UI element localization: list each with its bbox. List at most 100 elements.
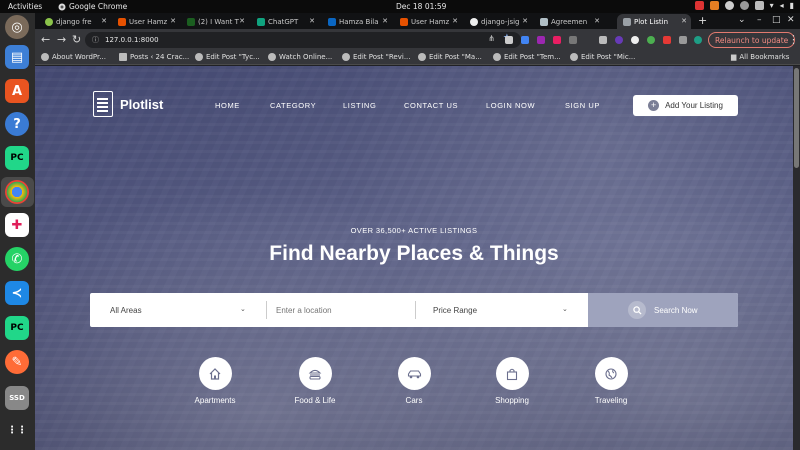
vscode-icon[interactable]: ≺ — [5, 281, 29, 305]
wifi-icon[interactable]: ▾ — [770, 1, 774, 10]
bookmark-item[interactable]: Edit Post "Ma... — [418, 53, 482, 61]
add-listing-button[interactable]: + Add Your Listing — [633, 95, 738, 116]
close-icon[interactable]: ✕ — [681, 17, 687, 25]
back-button[interactable]: ← — [41, 33, 50, 46]
category-apartments[interactable]: Apartments — [175, 357, 255, 405]
slack-icon[interactable]: ✚ — [5, 213, 29, 237]
tab-4[interactable]: Hamza Bila ✕ — [322, 14, 392, 29]
whatsapp-icon[interactable]: ✆ — [5, 247, 29, 271]
close-icon[interactable]: ✕ — [170, 17, 176, 25]
menu-kebab-icon[interactable]: ⋮ — [788, 33, 799, 46]
category-cars[interactable]: Cars — [374, 357, 454, 405]
wordpress-icon — [195, 53, 203, 61]
category-shopping[interactable]: Shopping — [472, 357, 552, 405]
tab-2[interactable]: (2) I Want T ✕ — [181, 14, 249, 29]
share-icon[interactable]: ⋔ — [488, 34, 495, 43]
location-input[interactable] — [276, 293, 406, 327]
camera-app-icon[interactable]: ◎ — [5, 15, 29, 39]
profile-avatar[interactable] — [694, 36, 702, 44]
close-icon[interactable]: ✕ — [522, 17, 528, 25]
chrome-dock-icon[interactable] — [5, 180, 29, 204]
postman-icon[interactable]: ✎ — [5, 350, 29, 374]
bookmark-item[interactable]: Watch Online... — [268, 53, 332, 61]
bookmark-item[interactable]: Edit Post "Revi... — [342, 53, 411, 61]
software-center-icon[interactable]: A — [5, 79, 29, 103]
close-icon[interactable]: ✕ — [239, 17, 245, 25]
indicator-gear-icon[interactable] — [739, 1, 749, 10]
extension-icon[interactable] — [537, 36, 545, 44]
battery-icon[interactable]: ▮ — [790, 1, 794, 10]
pycharm-community-icon[interactable]: PC — [5, 316, 29, 340]
help-icon[interactable]: ? — [5, 112, 29, 136]
minimize-button[interactable]: – — [757, 15, 762, 25]
extension-icon[interactable] — [647, 36, 655, 44]
app-menu[interactable]: Google Chrome — [58, 2, 127, 11]
page-scrollbar[interactable] — [793, 66, 800, 450]
nav-contact-us[interactable]: CONTACT US — [404, 101, 458, 110]
tab-7[interactable]: Agreemen ✕ — [534, 14, 604, 29]
indicator-orange-icon[interactable] — [709, 1, 719, 10]
site-logo[interactable]: Plotlist — [93, 91, 163, 117]
nav-category[interactable]: CATEGORY — [270, 101, 316, 110]
tab-3[interactable]: ChatGPT ✕ — [251, 14, 319, 29]
extension-icon[interactable] — [505, 36, 513, 44]
forward-button[interactable]: → — [57, 33, 66, 46]
indicator-box-icon[interactable] — [754, 1, 764, 10]
bookmark-item[interactable]: Posts ‹ 24 Crac... — [119, 53, 189, 61]
chevron-down-icon[interactable]: ⌄ — [240, 305, 246, 313]
volume-icon[interactable]: ◂ — [780, 1, 784, 10]
extension-icon[interactable] — [599, 36, 607, 44]
close-icon[interactable]: ✕ — [309, 17, 315, 25]
tab-favicon-icon — [540, 17, 548, 26]
indicator-chrome-icon[interactable] — [724, 1, 734, 10]
extension-icon[interactable] — [631, 36, 639, 44]
tab-6[interactable]: django-jsig ✕ — [464, 14, 532, 29]
close-icon[interactable]: ✕ — [452, 17, 458, 25]
bookmark-item[interactable]: About WordPr... — [41, 53, 106, 61]
bookmark-item[interactable]: Edit Post "Tem... — [493, 53, 561, 61]
address-bar[interactable]: ⓘ 127.0.0.1:8000 ⋔ ★ — [85, 32, 521, 48]
drive-icon[interactable]: SSD — [5, 386, 29, 410]
indicator-red-icon[interactable] — [694, 1, 704, 10]
reload-button[interactable]: ↻ — [72, 33, 81, 46]
close-icon[interactable]: ✕ — [382, 17, 388, 25]
area-select[interactable]: All Areas — [110, 293, 260, 327]
all-bookmarks-folder[interactable]: ▆ All Bookmarks — [731, 53, 789, 61]
clock[interactable]: Dec 18 01:59 — [396, 2, 446, 11]
site-info-icon[interactable]: ⓘ — [92, 35, 99, 45]
category-traveling[interactable]: Traveling — [571, 357, 651, 405]
tab-search-icon[interactable]: ⌄ — [738, 15, 746, 25]
tab-0[interactable]: django fre ✕ — [39, 14, 111, 29]
close-icon[interactable]: ✕ — [101, 17, 107, 25]
show-apps-icon[interactable]: ⋮⋮ — [5, 418, 29, 442]
extension-icon[interactable] — [521, 36, 529, 44]
category-food-life[interactable]: Food & Life — [275, 357, 355, 405]
new-tab-button[interactable]: + — [698, 14, 707, 27]
scrollbar-thumb[interactable] — [794, 68, 799, 168]
activities-button[interactable]: Activities — [8, 2, 42, 11]
extensions-puzzle-icon[interactable] — [679, 36, 687, 44]
extension-icon[interactable] — [553, 36, 561, 44]
maximize-button[interactable]: □ — [772, 15, 781, 25]
relaunch-button[interactable]: Relaunch to update — [708, 32, 796, 48]
chevron-down-icon[interactable]: ⌄ — [562, 305, 568, 313]
tab-1[interactable]: User Hamz ✕ — [112, 14, 180, 29]
bookmark-item[interactable]: Edit Post "Mic... — [570, 53, 635, 61]
tab-8-active[interactable]: Plot Listin ✕ — [617, 14, 691, 29]
nav-listing[interactable]: LISTING — [343, 101, 376, 110]
nav-home[interactable]: HOME — [215, 101, 240, 110]
document-app-icon[interactable]: ▤ — [5, 45, 29, 69]
tab-5[interactable]: User Hamz ✕ — [394, 14, 462, 29]
nav-login-now[interactable]: LOGIN NOW — [486, 101, 535, 110]
extension-icon[interactable] — [663, 36, 671, 44]
pycharm-icon[interactable]: PC — [5, 146, 29, 170]
close-window-button[interactable]: ✕ — [787, 15, 795, 25]
price-range-select[interactable]: Price Range — [433, 293, 573, 327]
bookmark-item[interactable]: Edit Post "Tyc... — [195, 53, 260, 61]
close-icon[interactable]: ✕ — [594, 17, 600, 25]
system-tray[interactable]: ▾ ◂ ▮ — [694, 1, 794, 10]
extension-icon[interactable] — [615, 36, 623, 44]
extension-icon[interactable] — [569, 36, 577, 44]
search-now-button[interactable]: Search Now — [588, 293, 738, 327]
nav-sign-up[interactable]: SIGN UP — [565, 101, 600, 110]
